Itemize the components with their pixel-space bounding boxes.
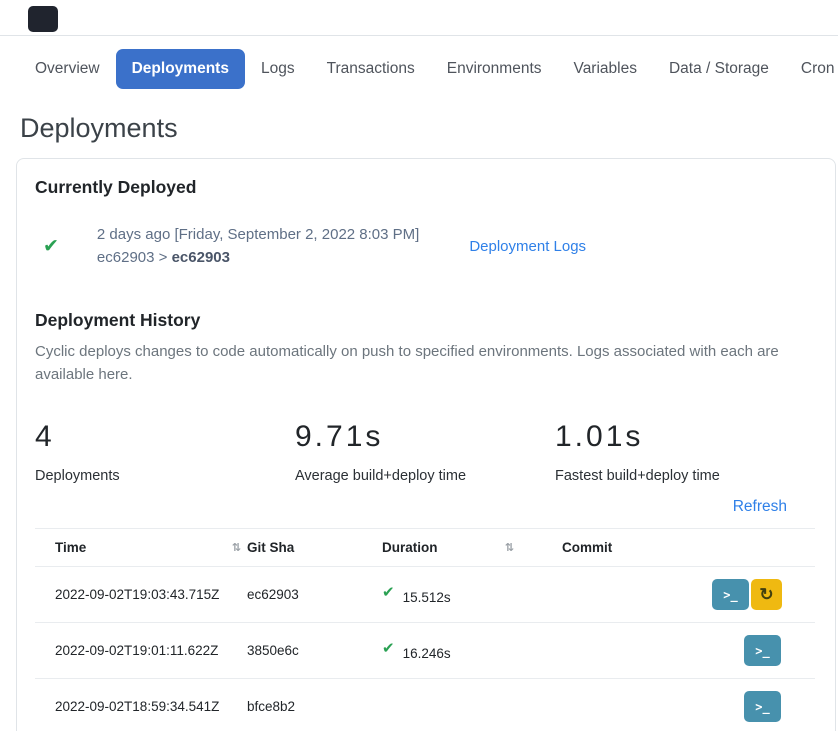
currently-deployed-row: ✔ 2 days ago [Friday, September 2, 2022 … bbox=[35, 226, 815, 266]
deployments-table: Time ⇅ Git Sha Duration ⇅ Commit 2022-09… bbox=[35, 528, 815, 731]
terminal-logs-button[interactable]: >_ bbox=[712, 579, 749, 610]
stat-fastest-time: 1.01s Fastest build+deploy time bbox=[555, 420, 815, 484]
deployed-commit-prefix: ec62903 > bbox=[97, 249, 172, 266]
row-actions: >_ bbox=[712, 691, 815, 722]
table-row: 2022-09-02T19:03:43.715Z ec62903 ✔ 15.51… bbox=[35, 566, 815, 622]
success-check-icon: ✔ bbox=[43, 235, 59, 258]
tab-bar: Overview Deployments Logs Transactions E… bbox=[0, 49, 838, 89]
cell-git-sha: 3850e6c bbox=[247, 643, 382, 658]
stat-value: 1.01s bbox=[555, 420, 815, 454]
terminal-logs-button[interactable]: >_ bbox=[744, 635, 781, 666]
deployed-timestamp: 2 days ago [Friday, September 2, 2022 8:… bbox=[97, 226, 419, 243]
terminal-icon: >_ bbox=[755, 644, 769, 658]
terminal-icon: >_ bbox=[755, 700, 769, 714]
cell-duration: ✔ 16.246s bbox=[382, 642, 562, 660]
cell-time: 2022-09-02T18:59:34.541Z bbox=[35, 699, 247, 714]
deployment-history-heading: Deployment History bbox=[35, 310, 815, 331]
stat-label: Average build+deploy time bbox=[295, 468, 555, 484]
stat-deployments: 4 Deployments bbox=[35, 420, 295, 484]
tab-data-storage[interactable]: Data / Storage bbox=[653, 49, 785, 89]
success-check-icon: ✔ bbox=[382, 583, 395, 601]
success-check-icon: ✔ bbox=[382, 639, 395, 657]
redeploy-icon: ↻ bbox=[759, 585, 773, 605]
deployed-commit: ec62903 > ec62903 bbox=[97, 249, 419, 266]
tab-overview[interactable]: Overview bbox=[19, 49, 116, 89]
cell-git-sha: bfce8b2 bbox=[247, 699, 382, 714]
tab-environments[interactable]: Environments bbox=[431, 49, 558, 89]
stat-average-time: 9.71s Average build+deploy time bbox=[295, 420, 555, 484]
cell-duration: ✔ 15.512s bbox=[382, 586, 562, 604]
tab-variables[interactable]: Variables bbox=[558, 49, 653, 89]
row-actions: >_ bbox=[712, 635, 815, 666]
duration-value: 16.246s bbox=[403, 646, 451, 661]
stat-value: 9.71s bbox=[295, 420, 555, 454]
stat-value: 4 bbox=[35, 420, 295, 454]
currently-deployed-heading: Currently Deployed bbox=[35, 177, 815, 198]
stats-row: 4 Deployments 9.71s Average build+deploy… bbox=[35, 420, 815, 484]
tab-transactions[interactable]: Transactions bbox=[311, 49, 431, 89]
refresh-link[interactable]: Refresh bbox=[733, 498, 787, 515]
col-header-git-sha: Git Sha bbox=[247, 540, 382, 555]
refresh-wrap: Refresh bbox=[35, 498, 815, 516]
deployed-commit-sha: ec62903 bbox=[172, 249, 230, 266]
cell-git-sha: ec62903 bbox=[247, 587, 382, 602]
top-bar bbox=[0, 0, 838, 36]
col-header-label: Duration bbox=[382, 540, 438, 555]
col-header-commit: Commit bbox=[562, 540, 712, 555]
terminal-icon: >_ bbox=[723, 588, 737, 602]
table-row: 2022-09-02T18:59:34.541Z bfce8b2 >_ bbox=[35, 678, 815, 731]
col-header-label: Time bbox=[55, 540, 86, 555]
deployment-logs-link[interactable]: Deployment Logs bbox=[469, 238, 586, 255]
stat-label: Deployments bbox=[35, 468, 295, 484]
cell-time: 2022-09-02T19:01:11.622Z bbox=[35, 643, 247, 658]
deployments-card: Currently Deployed ✔ 2 days ago [Friday,… bbox=[16, 158, 836, 731]
app-logo-icon[interactable] bbox=[28, 6, 58, 32]
row-actions: >_ ↻ bbox=[712, 579, 816, 610]
duration-value: 15.512s bbox=[403, 590, 451, 605]
redeploy-button[interactable]: ↻ bbox=[751, 579, 782, 610]
cell-time: 2022-09-02T19:03:43.715Z bbox=[35, 587, 247, 602]
stat-label: Fastest build+deploy time bbox=[555, 468, 815, 484]
col-header-time[interactable]: Time ⇅ bbox=[35, 540, 247, 555]
tab-cron[interactable]: Cron bbox=[785, 49, 838, 89]
col-header-duration[interactable]: Duration ⇅ bbox=[382, 540, 562, 555]
tab-deployments[interactable]: Deployments bbox=[116, 49, 245, 89]
sort-icon[interactable]: ⇅ bbox=[505, 541, 514, 554]
deployed-info: 2 days ago [Friday, September 2, 2022 8:… bbox=[97, 226, 419, 266]
deployment-history-description: Cyclic deploys changes to code automatic… bbox=[35, 341, 815, 386]
table-header-row: Time ⇅ Git Sha Duration ⇅ Commit bbox=[35, 528, 815, 566]
terminal-logs-button[interactable]: >_ bbox=[744, 691, 781, 722]
page-title: Deployments bbox=[20, 113, 838, 144]
sort-icon[interactable]: ⇅ bbox=[232, 541, 241, 554]
tab-logs[interactable]: Logs bbox=[245, 49, 311, 89]
table-row: 2022-09-02T19:01:11.622Z 3850e6c ✔ 16.24… bbox=[35, 622, 815, 678]
